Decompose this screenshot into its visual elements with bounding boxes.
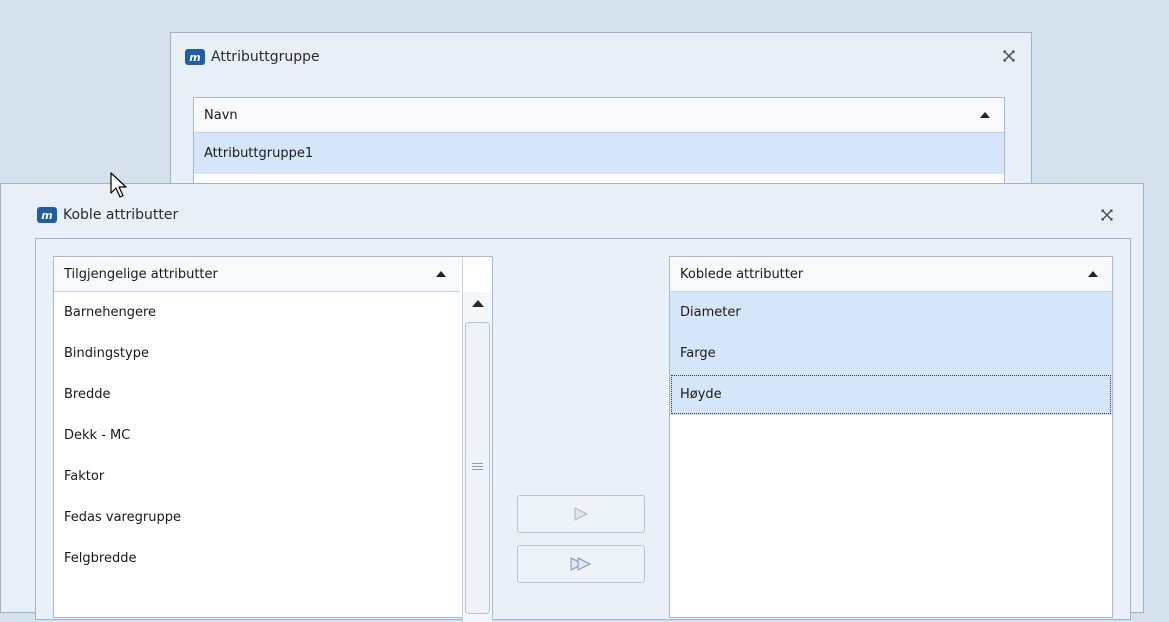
list-item[interactable]: Faktor xyxy=(54,456,492,497)
item-label: Farge xyxy=(680,346,716,361)
item-label: Bindingstype xyxy=(64,346,149,361)
close-icon[interactable] xyxy=(1001,48,1017,64)
list-item[interactable]: Bredde xyxy=(54,374,492,415)
sort-ascending-icon xyxy=(436,271,446,277)
item-label: Bredde xyxy=(64,387,111,402)
window-titlebar: m Attributtgruppe xyxy=(171,33,1031,81)
sort-ascending-icon xyxy=(980,112,990,118)
item-label: Diameter xyxy=(680,305,741,320)
window-title: Koble attributter xyxy=(63,207,179,223)
list-item[interactable]: Felgbredde xyxy=(54,538,492,579)
table-row[interactable]: Attributtgruppe1 xyxy=(194,133,1004,174)
list-item[interactable]: Bindingstype xyxy=(54,333,492,374)
app-logo-icon: m xyxy=(185,49,205,65)
item-label: Fedas varegruppe xyxy=(64,510,181,525)
window-title: Attributtgruppe xyxy=(211,49,320,65)
list-item[interactable]: Høyde xyxy=(670,374,1112,415)
item-label: Barnehengere xyxy=(64,305,157,320)
column-header-navn[interactable]: Navn xyxy=(194,98,1004,133)
window-titlebar: m Koble attributter xyxy=(1,184,1143,246)
list-item[interactable]: Barnehengere xyxy=(54,292,492,333)
linked-attributes-grid: Koblede attributter Diameter Farge Høyde xyxy=(669,256,1113,618)
list-item[interactable]: Dekk - MC xyxy=(54,415,492,456)
item-label: Felgbredde xyxy=(64,551,137,566)
close-icon[interactable] xyxy=(1099,207,1115,223)
scroll-up-icon[interactable] xyxy=(463,292,492,314)
column-header-tilgjengelige[interactable]: Tilgjengelige attributter xyxy=(54,257,460,292)
move-right-icon xyxy=(574,507,589,521)
column-header-koblede[interactable]: Koblede attributter xyxy=(670,257,1112,292)
move-right-button[interactable] xyxy=(517,495,645,533)
column-header-label: Koblede attributter xyxy=(680,266,804,282)
koble-attributter-window: m Koble attributter Tilgjengelige attrib… xyxy=(0,183,1144,622)
mouse-cursor-icon xyxy=(110,172,127,198)
item-label: Faktor xyxy=(64,469,105,484)
app-logo-icon: m xyxy=(37,207,57,223)
item-label: Høyde xyxy=(680,387,722,402)
move-all-right-icon xyxy=(570,557,592,571)
vertical-scrollbar[interactable] xyxy=(462,292,492,622)
cell-name: Attributtgruppe1 xyxy=(204,146,314,161)
available-attributes-grid: Tilgjengelige attributter Barnehengere B… xyxy=(53,256,493,622)
attributtgruppe-window: m Attributtgruppe Navn Attributtgruppe1 xyxy=(170,32,1032,209)
list-item[interactable]: Fedas varegruppe xyxy=(54,497,492,538)
sort-ascending-icon xyxy=(1088,271,1098,277)
move-all-right-button[interactable] xyxy=(517,545,645,583)
scroll-thumb[interactable] xyxy=(465,322,490,614)
column-header-label: Navn xyxy=(204,107,238,123)
item-label: Dekk - MC xyxy=(64,428,131,443)
column-header-label: Tilgjengelige attributter xyxy=(64,266,218,282)
grip-icon xyxy=(472,463,483,472)
list-item[interactable]: Diameter xyxy=(670,292,1112,333)
list-item[interactable]: Farge xyxy=(670,333,1112,374)
